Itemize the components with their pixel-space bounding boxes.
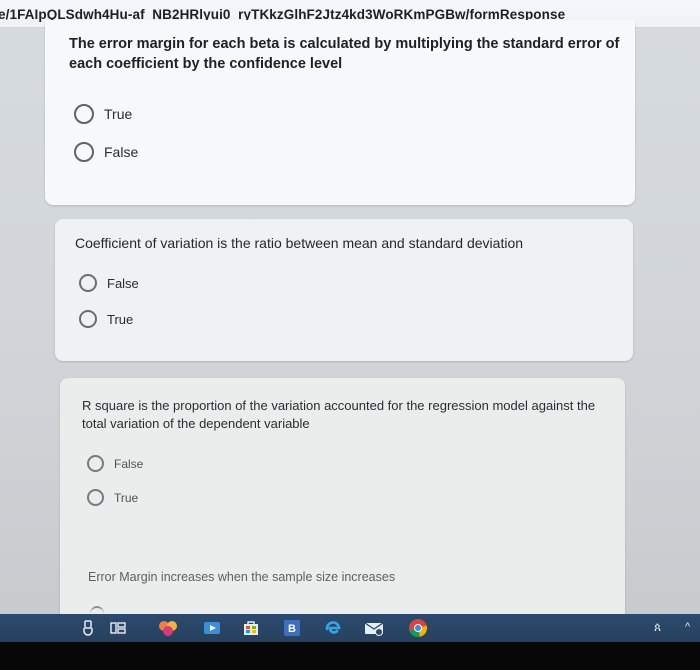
radio-option-true[interactable]: True [87, 489, 138, 506]
people-icon[interactable]: ጰ [654, 620, 661, 635]
edge-icon[interactable] [323, 618, 343, 638]
question-title: R square is the proportion of the variat… [82, 398, 596, 431]
question-card-1: The error margin for each beta is calcul… [45, 20, 635, 205]
screen-bezel [0, 642, 700, 670]
radio-option-false[interactable]: False [79, 274, 139, 292]
question-card-2: Coefficient of variation is the ratio be… [55, 219, 633, 361]
bing-icon[interactable]: B [282, 618, 302, 638]
usb-icon[interactable] [78, 618, 98, 638]
mail-icon[interactable] [364, 618, 384, 638]
option-label: False [104, 144, 139, 160]
option-label: True [107, 311, 134, 327]
question-title: Coefficient of variation is the ratio be… [75, 235, 524, 251]
task-view-icon[interactable] [108, 618, 128, 638]
radio-option-true[interactable]: True [79, 310, 133, 328]
radio-button[interactable] [74, 142, 94, 162]
taskbar: B ጰ ^ [0, 614, 700, 642]
radio-button[interactable] [87, 489, 104, 506]
question-card-3: R square is the proportion of the variat… [60, 378, 625, 623]
question-title-4: Error Margin increases when the sample s… [88, 570, 396, 584]
option-label: False [114, 456, 144, 471]
blossom-app-icon[interactable] [158, 618, 178, 638]
question-title: The error margin for each beta is calcul… [69, 36, 620, 72]
option-label: True [104, 106, 133, 122]
radio-option-true[interactable]: True [74, 104, 132, 124]
radio-button[interactable] [74, 104, 94, 124]
option-label: True [114, 490, 139, 505]
radio-option-false[interactable]: False [74, 142, 138, 162]
bing-label: B [288, 623, 296, 635]
radio-option-false[interactable]: False [87, 455, 143, 472]
chevron-up-icon[interactable]: ^ [685, 621, 690, 633]
store-icon[interactable] [241, 618, 261, 638]
chrome-icon[interactable] [408, 618, 428, 638]
radio-button[interactable] [79, 274, 97, 292]
media-player-icon[interactable] [202, 618, 222, 638]
radio-button[interactable] [79, 310, 97, 328]
option-label: False [107, 275, 139, 291]
radio-button[interactable] [87, 455, 104, 472]
